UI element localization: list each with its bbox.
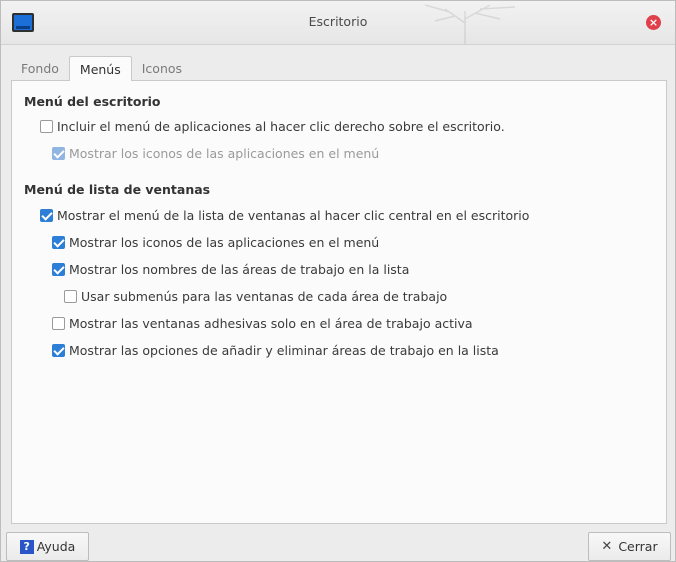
window-list-show-icons-option[interactable]: Mostrar los iconos de las aplicaciones e… [52, 235, 379, 250]
desktop-show-icons-checkbox [52, 147, 65, 160]
show-workspace-names-option[interactable]: Mostrar los nombres de las áreas de trab… [52, 262, 409, 277]
sticky-windows-option[interactable]: Mostrar las ventanas adhesivas solo en e… [52, 316, 473, 331]
help-icon: ? [19, 539, 34, 554]
add-remove-workspaces-checkbox[interactable] [52, 344, 65, 357]
use-submenus-checkbox[interactable] [64, 290, 77, 303]
use-submenus-option[interactable]: Usar submenús para las ventanas de cada … [64, 289, 447, 304]
window-list-menu-heading: Menú de lista de ventanas [24, 182, 211, 197]
show-window-list-option[interactable]: Mostrar el menú de la lista de ventanas … [40, 208, 529, 223]
include-apps-menu-option[interactable]: Incluir el menú de aplicaciones al hacer… [40, 119, 505, 134]
window-title: Escritorio [308, 14, 368, 29]
show-workspace-names-checkbox[interactable] [52, 263, 65, 276]
include-apps-menu-checkbox[interactable] [40, 120, 53, 133]
add-remove-workspaces-option[interactable]: Mostrar las opciones de añadir y elimina… [52, 343, 499, 358]
use-submenus-label: Usar submenús para las ventanas de cada … [81, 289, 448, 304]
window-list-show-icons-label: Mostrar los iconos de las aplicaciones e… [69, 235, 380, 250]
close-button-label: Cerrar [618, 539, 658, 554]
desktop-show-icons-label: Mostrar los iconos de las aplicaciones e… [69, 146, 380, 161]
show-window-list-label: Mostrar el menú de la lista de ventanas … [57, 208, 530, 223]
show-workspace-names-label: Mostrar los nombres de las áreas de trab… [69, 262, 410, 277]
tab-iconos[interactable]: Iconos [132, 56, 192, 81]
sticky-windows-label: Mostrar las ventanas adhesivas solo en e… [69, 316, 473, 331]
desktop-menu-heading: Menú del escritorio [24, 94, 161, 109]
window-list-show-icons-checkbox[interactable] [52, 236, 65, 249]
add-remove-workspaces-label: Mostrar las opciones de añadir y elimina… [69, 343, 499, 358]
tab-fondo[interactable]: Fondo [11, 56, 69, 81]
tab-menus[interactable]: Menús [68, 56, 132, 81]
settings-window: Escritorio × Fondo Menús Iconos Menú del… [0, 0, 676, 562]
window-close-icon[interactable]: × [646, 15, 661, 30]
title-bar[interactable]: Escritorio × [1, 1, 675, 45]
sticky-windows-checkbox[interactable] [52, 317, 65, 330]
show-window-list-checkbox[interactable] [40, 209, 53, 222]
close-button[interactable]: ✕ Cerrar [588, 532, 671, 561]
tab-bar: Fondo Menús Iconos [11, 56, 192, 81]
help-button-label: Ayuda [36, 539, 76, 554]
help-button[interactable]: ? Ayuda [6, 532, 89, 561]
menus-panel: Menú del escritorio Incluir el menú de a… [11, 80, 667, 524]
desktop-show-icons-option: Mostrar los iconos de las aplicaciones e… [52, 146, 379, 161]
include-apps-menu-label: Incluir el menú de aplicaciones al hacer… [57, 119, 505, 134]
close-icon: ✕ [601, 539, 613, 554]
